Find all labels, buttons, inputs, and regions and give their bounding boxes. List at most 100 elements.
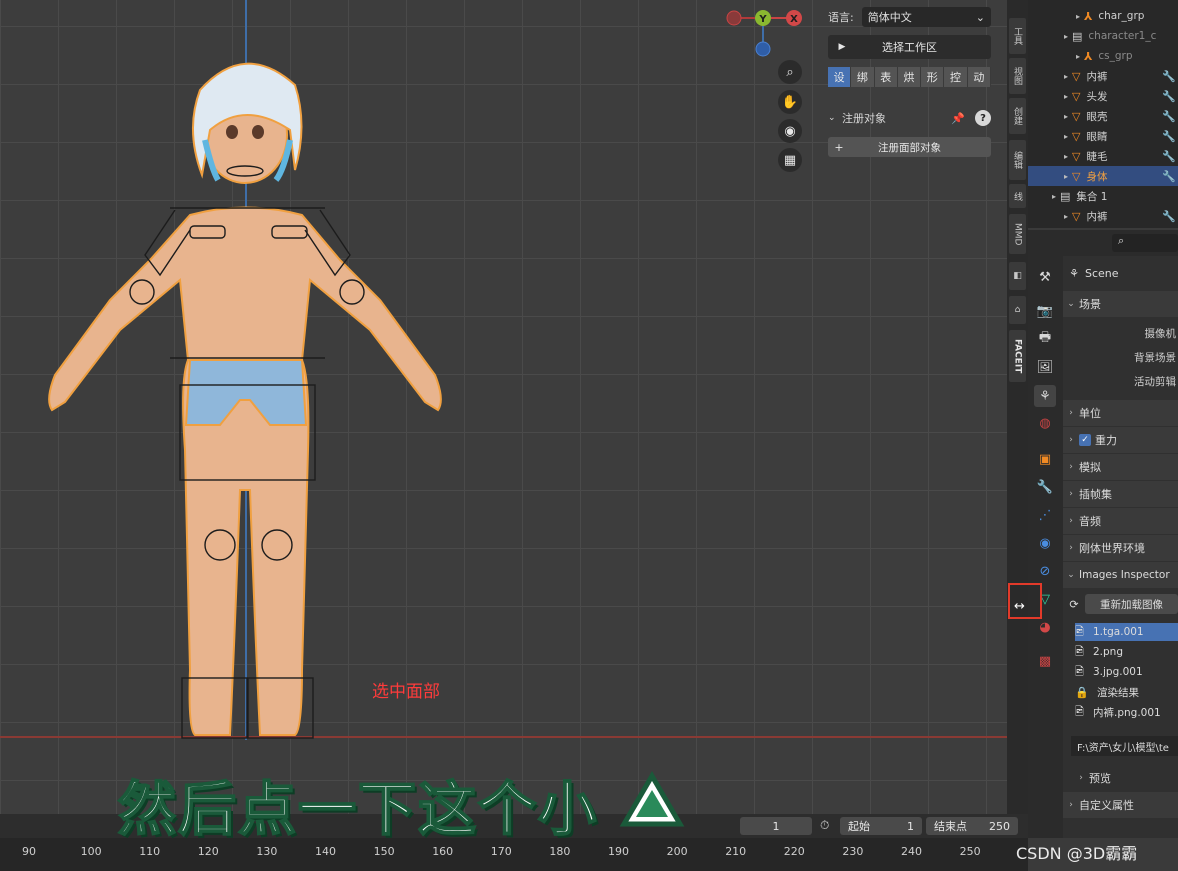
vtab-edit[interactable]: 编辑 — [1009, 140, 1026, 180]
chevron-down-icon[interactable]: ⌄ — [828, 113, 842, 123]
material-tab-icon[interactable]: ◕ — [1034, 616, 1056, 638]
image-list-item[interactable]: 🖻 1.tga.001 — [1075, 623, 1178, 641]
camera-view-icon[interactable]: ◉ — [778, 119, 802, 143]
render-tab-icon[interactable]: 📷 — [1034, 300, 1056, 322]
outliner-row[interactable]: ▸ ▽ 眼睛 🔧 — [1028, 126, 1178, 146]
vtab-mmd[interactable]: MMD — [1009, 214, 1026, 254]
tool-tab-icon[interactable]: ⚒ — [1034, 266, 1056, 288]
pan-hand-icon[interactable]: ✋ — [778, 90, 802, 114]
outliner-row[interactable]: ▸ ▽ 眼壳 🔧 — [1028, 106, 1178, 126]
view-layer-tab-icon[interactable]: 🖼 — [1034, 356, 1056, 378]
tab-bake[interactable]: 烘 — [897, 67, 922, 87]
start-frame-field[interactable]: 起始 1 — [840, 817, 922, 835]
outliner-row-label: 头发 — [1086, 90, 1108, 103]
search-input[interactable]: ⌕ — [1112, 234, 1178, 252]
particles-tab-icon[interactable]: ⋰ — [1034, 504, 1056, 526]
vtab-misc[interactable]: 线 — [1009, 184, 1026, 208]
prop-section-label: 模拟 — [1079, 461, 1101, 474]
expand-arrow-icon[interactable]: ▸ — [1060, 92, 1072, 101]
expand-arrow-icon[interactable]: ▸ — [1060, 152, 1072, 161]
language-select[interactable]: 简体中文 ⌄ — [861, 7, 991, 27]
tab-expressions[interactable]: 表 — [874, 67, 898, 87]
prop-section-label: 刚体世界环境 — [1079, 542, 1145, 555]
image-list-item[interactable]: 🔒 渲染结果 — [1075, 683, 1178, 701]
end-frame-field[interactable]: 结束点 250 — [926, 817, 1018, 835]
prop-section[interactable]: › 插帧集 — [1063, 481, 1178, 507]
current-frame-field[interactable]: 1 — [740, 817, 812, 835]
character-model[interactable] — [40, 30, 460, 750]
chevron-right-icon: › — [1069, 800, 1073, 810]
outliner-row[interactable]: ▸ ▽ 睫毛 🔧 — [1028, 146, 1178, 166]
object-tab-icon[interactable]: ▣ — [1034, 448, 1056, 470]
image-list-item[interactable]: 🖻 内裤.png.001 — [1075, 703, 1178, 721]
expand-arrow-icon[interactable]: ▸ — [1060, 72, 1072, 81]
chevron-right-icon: › — [1069, 543, 1073, 553]
expand-arrow-icon[interactable]: ▸ — [1060, 112, 1072, 121]
tab-setup[interactable]: 设 — [828, 67, 852, 87]
vtab-faceit[interactable]: FACEIT — [1009, 330, 1026, 382]
images-inspector-section[interactable]: ⌄ Images Inspector — [1063, 562, 1178, 588]
zoom-icon[interactable]: ⌕ — [778, 60, 802, 84]
image-name: 渲染结果 — [1097, 686, 1139, 699]
gravity-checkbox[interactable]: ✓ — [1079, 434, 1091, 446]
expand-arrow-icon[interactable]: ▸ — [1060, 172, 1072, 181]
vtab-view[interactable]: 视图 — [1009, 58, 1026, 94]
tab-animate[interactable]: 动 — [967, 67, 991, 87]
register-header[interactable]: 注册对象 — [842, 110, 886, 126]
image-list-item[interactable]: 🖻 2.png — [1075, 643, 1178, 661]
texture-tab-icon[interactable]: ▩ — [1034, 650, 1056, 672]
register-face-button[interactable]: + 注册面部对象 — [828, 137, 991, 157]
timeline-tick: 200 — [666, 845, 688, 858]
outliner-row[interactable]: ▸ ▽ 内裤 🔧 — [1028, 206, 1178, 226]
prop-section[interactable]: › 模拟 — [1063, 454, 1178, 480]
outliner-row[interactable]: ▸ ⅄ char_grp — [1028, 6, 1178, 26]
prop-section[interactable]: › 音频 — [1063, 508, 1178, 534]
expand-arrow-icon[interactable]: ▸ — [1060, 212, 1072, 221]
vtab-item-icon[interactable]: ◧ — [1009, 262, 1026, 290]
outliner-row[interactable]: ▸ ▽ 头发 🔧 — [1028, 86, 1178, 106]
3d-viewport[interactable]: Y X ⌕ ✋ ◉ ▦ 语言: 简体中文 ⌄ ▶ 选择工作区 设 绑 表 烘 形… — [0, 0, 1007, 838]
tab-shapes[interactable]: 形 — [921, 67, 945, 87]
vtab-tag-icon[interactable]: ⌂ — [1009, 296, 1026, 324]
reload-images-button[interactable]: 重新加载图像 — [1085, 594, 1178, 614]
world-tab-icon[interactable]: ◍ — [1034, 412, 1056, 434]
custom-props-section[interactable]: › 自定义属性 — [1063, 792, 1178, 818]
select-workspace-button[interactable]: ▶ 选择工作区 — [828, 35, 991, 59]
tab-bind[interactable]: 绑 — [851, 67, 875, 87]
physics-tab-icon[interactable]: ◉ — [1034, 532, 1056, 554]
navigation-gizmo[interactable]: Y X — [722, 4, 812, 64]
preview-section[interactable]: › 预览 — [1063, 765, 1178, 791]
chevron-right-icon: › — [1079, 773, 1083, 783]
help-icon[interactable]: ? — [975, 110, 991, 126]
modifier-tab-icon[interactable]: 🔧 — [1034, 476, 1056, 498]
expand-arrow-icon[interactable]: ▸ — [1072, 52, 1084, 61]
outliner-row[interactable]: ▸ ▤ character1_c — [1028, 26, 1178, 46]
outliner-row[interactable]: ▸ ⅄ cs_grp — [1028, 46, 1178, 66]
scene-tab-icon[interactable]: ⚘ — [1034, 385, 1056, 407]
ortho-grid-icon[interactable]: ▦ — [778, 148, 802, 172]
stopwatch-icon[interactable]: ⏱ — [820, 818, 829, 833]
outliner-row[interactable]: ▸ ▽ 身体 🔧 — [1028, 166, 1178, 186]
refresh-icon[interactable]: ⟳ — [1063, 598, 1085, 611]
prop-section[interactable]: › 单位 — [1063, 400, 1178, 426]
prop-section-label: 音频 — [1079, 515, 1101, 528]
scene-section[interactable]: ⌄ 场景 — [1063, 291, 1178, 317]
outliner-row-label: 内裤 — [1086, 210, 1108, 223]
outliner-row[interactable]: ▸ ▽ 内裤 🔧 — [1028, 66, 1178, 86]
expand-arrow-icon[interactable]: ▸ — [1060, 132, 1072, 141]
pin-icon[interactable]: 📌 — [951, 112, 965, 125]
prop-section[interactable]: › 刚体世界环境 — [1063, 535, 1178, 561]
outliner-row[interactable]: ▸ ▤ 集合 1 — [1028, 186, 1178, 206]
output-tab-icon[interactable]: 🖶 — [1034, 328, 1056, 350]
expand-arrow-icon[interactable]: ▸ — [1060, 32, 1072, 41]
image-list-item[interactable]: 🖻 3.jpg.001 — [1075, 663, 1178, 681]
constraints-tab-icon[interactable]: ⊘ — [1034, 560, 1056, 582]
path-field[interactable]: F:\资产\女儿\模型\te — [1071, 736, 1178, 756]
tab-control[interactable]: 控 — [944, 67, 968, 87]
expand-arrow-icon[interactable]: ▸ — [1048, 192, 1060, 201]
prop-section[interactable]: › ✓ 重力 — [1063, 427, 1178, 453]
vtab-tool[interactable]: 工具 — [1009, 18, 1026, 54]
vtab-create[interactable]: 创建 — [1009, 98, 1026, 134]
reload-images-row: ⟳ 重新加载图像 — [1063, 591, 1178, 617]
expand-arrow-icon[interactable]: ▸ — [1072, 12, 1084, 21]
